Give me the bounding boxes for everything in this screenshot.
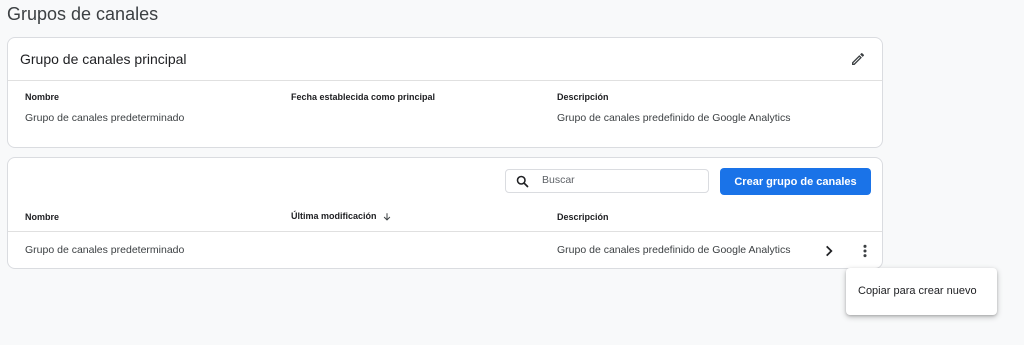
arrow-down-icon	[383, 212, 391, 221]
search-input[interactable]	[542, 174, 702, 186]
primary-group-name: Grupo de canales predeterminado	[25, 112, 185, 124]
description-column-label: Descripción	[557, 92, 609, 102]
last-modified-header-label: Última modificación	[291, 211, 377, 221]
search-icon	[516, 175, 529, 188]
copy-to-create-new-menu-item[interactable]: Copiar para crear nuevo	[846, 268, 997, 315]
card-title: Grupo de canales principal	[20, 51, 187, 67]
primary-channel-group-card: Grupo de canales principal Nombre Fecha …	[7, 37, 883, 148]
channel-groups-list-card: Crear grupo de canales Nombre Última mod…	[7, 157, 883, 269]
edit-button[interactable]	[848, 49, 868, 69]
table-header: Nombre Última modificación Descripción	[8, 204, 882, 232]
more-vert-icon[interactable]	[857, 243, 873, 259]
last-modified-header[interactable]: Última modificación	[291, 211, 392, 222]
context-menu: Copiar para crear nuevo	[846, 268, 997, 315]
name-column-label: Nombre	[25, 92, 60, 102]
card-header: Grupo de canales principal	[8, 38, 882, 81]
search-box[interactable]	[505, 169, 709, 193]
description-header[interactable]: Descripción	[557, 212, 609, 222]
date-column-label: Fecha establecida como principal	[291, 92, 436, 102]
chevron-right-icon[interactable]	[822, 244, 836, 258]
primary-group-description: Grupo de canales predefinido de Google A…	[557, 112, 791, 124]
page-title: Grupos de canales	[7, 4, 159, 24]
create-channel-group-button[interactable]: Crear grupo de canales	[720, 168, 871, 195]
row-name: Grupo de canales predeterminado	[25, 244, 185, 256]
name-header[interactable]: Nombre	[25, 212, 59, 222]
pencil-icon	[852, 52, 865, 65]
table-row[interactable]: Grupo de canales predeterminado Grupo de…	[8, 233, 882, 269]
row-description: Grupo de canales predefinido de Google A…	[557, 244, 791, 256]
